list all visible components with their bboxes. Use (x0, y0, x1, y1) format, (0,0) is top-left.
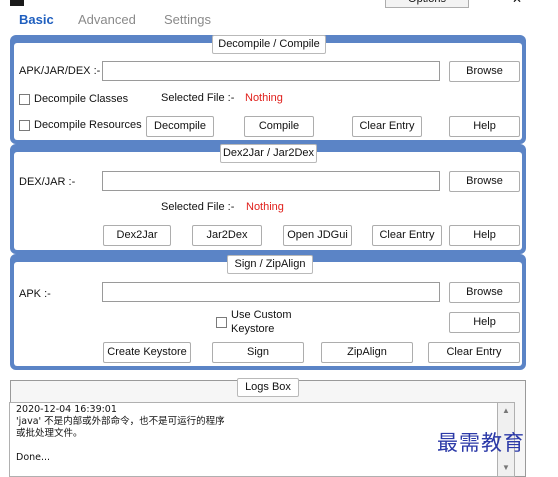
sign-clear-entry-button[interactable]: Clear Entry (428, 342, 520, 363)
minimize-icon[interactable]: — (488, 0, 499, 5)
close-icon[interactable]: ✕ (512, 0, 524, 5)
decompile-classes-checkbox[interactable] (19, 94, 30, 105)
create-keystore-button[interactable]: Create Keystore (103, 342, 191, 363)
apk-input[interactable] (102, 282, 440, 302)
apk-jar-dex-label: APK/JAR/DEX :- (19, 65, 101, 77)
dex2jar-button[interactable]: Dex2Jar (103, 225, 171, 246)
open-jdgui-button[interactable]: Open JDGui (283, 225, 352, 246)
decompile-compile-title: Decompile / Compile (212, 35, 326, 54)
dex2jar-browse-button[interactable]: Browse (449, 171, 520, 192)
decompile-classes-label: Decompile Classes (34, 93, 129, 105)
dex2jar-selected-file-label: Selected File :- (161, 201, 235, 213)
dex2jar-clear-entry-button[interactable]: Clear Entry (372, 225, 442, 246)
use-custom-keystore-label-line1: Use Custom (231, 309, 292, 321)
logs-textarea[interactable]: 2020-12-04 16:39:01 'java' 不是内部或外部命令，也不是… (9, 402, 497, 477)
log-line: 2020-12-04 16:39:01 (16, 404, 117, 415)
decompile-resources-label: Decompile Resources (34, 119, 142, 131)
compile-button[interactable]: Compile (244, 116, 314, 137)
zipalign-button[interactable]: ZipAlign (321, 342, 413, 363)
dex2jar-selected-file-value: Nothing (246, 201, 284, 213)
options-button[interactable]: Options (385, 0, 469, 8)
logs-title: Logs Box (237, 378, 299, 397)
selected-file-value: Nothing (245, 92, 283, 104)
tab-settings[interactable]: Settings (164, 12, 211, 27)
decompile-help-button[interactable]: Help (449, 116, 520, 137)
dex2jar-help-button[interactable]: Help (449, 225, 520, 246)
tab-basic[interactable]: Basic (19, 12, 54, 27)
decompile-browse-button[interactable]: Browse (449, 61, 520, 82)
apk-jar-dex-input[interactable] (102, 61, 440, 81)
app-icon (10, 0, 24, 6)
use-custom-keystore-checkbox[interactable] (216, 317, 227, 328)
decompile-resources-checkbox[interactable] (19, 120, 30, 131)
jar2dex-button[interactable]: Jar2Dex (192, 225, 262, 246)
decompile-button[interactable]: Decompile (146, 116, 214, 137)
scroll-down-icon[interactable]: ▼ (498, 460, 514, 476)
dex-jar-label: DEX/JAR :- (19, 176, 76, 188)
log-line: 'java' 不是内部或外部命令，也不是可运行的程序 (16, 416, 225, 427)
decompile-clear-entry-button[interactable]: Clear Entry (352, 116, 422, 137)
watermark: 最需教育 (437, 431, 525, 455)
scroll-up-icon[interactable]: ▲ (498, 403, 514, 419)
sign-zipalign-title: Sign / ZipAlign (227, 255, 313, 274)
apk-label: APK :- (19, 288, 51, 300)
tab-advanced[interactable]: Advanced (78, 12, 136, 27)
dex2jar-title: Dex2Jar / Jar2Dex (220, 144, 317, 163)
sign-help-button[interactable]: Help (449, 312, 520, 333)
log-line: 或批处理文件。 (16, 428, 83, 439)
sign-browse-button[interactable]: Browse (449, 282, 520, 303)
selected-file-label: Selected File :- (161, 92, 235, 104)
dex-jar-input[interactable] (102, 171, 440, 191)
sign-button[interactable]: Sign (212, 342, 304, 363)
log-line: Done... (16, 452, 51, 463)
use-custom-keystore-label-line2: Keystore (231, 323, 275, 335)
